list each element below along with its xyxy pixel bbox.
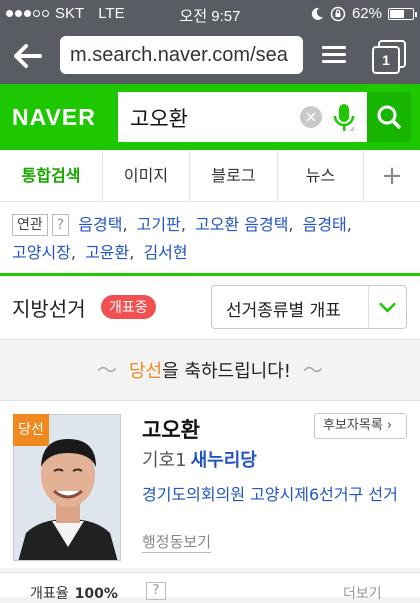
naver-header: NAVER 고오환 × [0,84,420,150]
related-help-button[interactable]: ? [51,214,70,236]
arrow-left-icon [14,44,42,68]
election-header: 지방선거 개표중 선거종류별 개표 [0,276,420,340]
election-type-value: 선거종류별 개표 [226,301,341,321]
tab-more-plus[interactable]: + [364,150,420,202]
candidate-office-link[interactable]: 경기도의회의원 고양시제6선거구 선거 [142,483,407,506]
tab-all[interactable]: 통합검색 [0,150,103,202]
search-button[interactable] [367,92,411,142]
party-name[interactable]: 새누리당 [191,450,257,471]
related-link[interactable]: 음경태 [303,215,347,234]
congrats-text: 을 축하드립니다! [162,361,291,382]
tab-images[interactable]: 이미지 [103,150,190,202]
search-category-tabs: 통합검색 이미지 블로그 뉴스 + [0,150,420,202]
search-box[interactable]: 고오환 × [118,92,367,142]
tab-count: 1 [372,46,400,74]
related-searches: 연관? 음경택, 고기판, 고오환 음경택, 음경태, 고양시장, 고윤환, 김… [0,202,420,276]
search-input[interactable]: 고오환 [130,103,188,133]
candidate-name[interactable]: 고오환 [142,414,200,444]
related-label: 연관 [12,214,48,236]
search-icon [377,105,401,129]
congrats-highlight: 당선 [129,361,163,382]
candidate-list-button[interactable]: 후보자목록 › [314,413,407,439]
related-link[interactable]: 고기판 [137,215,181,234]
elected-badge: 당선 [13,414,49,446]
candidate-card: 당선 고오환 후보자목록 › 기호1 새누리당 경기도의회의원 고양시제6선거구 … [0,400,420,568]
back-button[interactable] [10,40,46,72]
wave-right-icon: 〜 [302,358,323,382]
wave-left-icon: 〜 [97,358,117,382]
count-rate-value: 100% [74,586,118,602]
count-rate-row: 개표율 100% ? 더보기 [0,572,420,602]
election-type-select[interactable]: 선거종류별 개표 [211,285,407,329]
congrats-banner: 〜 당선을 축하드립니다! 〜 [0,340,420,400]
district-view-link[interactable]: 행정동보기 [142,532,212,553]
related-link[interactable]: 고윤환 [85,243,129,262]
counting-badge: 개표중 [101,295,156,319]
count-rate-help-button[interactable]: ? [146,582,166,600]
tabs-button[interactable]: 1 [372,40,406,74]
related-link[interactable]: 김서현 [143,243,187,262]
microphone-icon[interactable] [332,102,356,134]
browser-toolbar: m.search.naver.com/sea 1 [0,30,420,84]
browser-menu-button[interactable] [322,43,346,67]
candidate-party: 기호1 새누리당 [142,446,257,472]
related-link[interactable]: 음경택 [78,215,122,234]
naver-logo[interactable]: NAVER [12,104,96,131]
count-rate: 개표율 100% [30,583,118,603]
related-link[interactable]: 고양시장 [12,243,71,262]
status-right: 62% [310,5,417,22]
battery-icon [388,7,417,20]
related-link[interactable]: 고오환 음경택 [195,215,288,234]
address-bar[interactable]: m.search.naver.com/sea [60,36,303,74]
election-title: 지방선거 [12,297,86,321]
battery-percent: 62% [351,5,382,22]
status-bar: SKT LTE 오전 9:57 62% [0,0,420,30]
tab-news[interactable]: 뉴스 [278,150,364,202]
candidate-number: 기호1 [142,450,187,471]
count-rate-label: 개표율 [30,586,69,602]
moon-icon [311,7,323,20]
chevron-down-icon [368,286,396,328]
more-link[interactable]: 더보기 [343,583,382,603]
clear-icon[interactable]: × [300,106,322,128]
orientation-lock-icon [330,6,346,21]
tab-blog[interactable]: 블로그 [190,150,278,202]
